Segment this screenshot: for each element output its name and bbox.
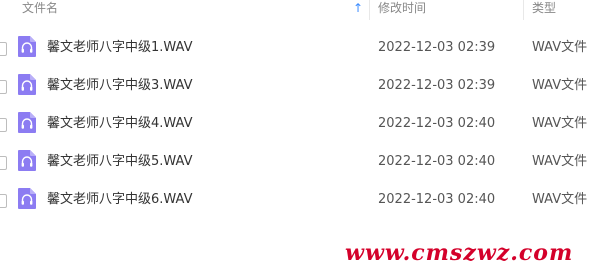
file-name[interactable]: 馨文老师八字中级6.WAV	[47, 191, 193, 208]
sort-ascending-icon[interactable]: ↑	[353, 0, 363, 16]
file-modified-time: 2022-12-03 02:40	[378, 154, 496, 169]
file-row[interactable]: 馨文老师八字中级1.WAV 2022-12-03 02:39 WAV文件	[0, 31, 595, 69]
column-divider[interactable]	[523, 0, 524, 20]
file-modified-time: 2022-12-03 02:40	[378, 192, 496, 207]
column-divider[interactable]	[369, 0, 370, 20]
row-checkbox[interactable]	[0, 194, 7, 208]
file-row[interactable]: 馨文老师八字中级5.WAV 2022-12-03 02:40 WAV文件	[0, 145, 595, 183]
file-row[interactable]: 馨文老师八字中级3.WAV 2022-12-03 02:39 WAV文件	[0, 69, 595, 107]
file-name[interactable]: 馨文老师八字中级4.WAV	[47, 115, 193, 132]
file-name[interactable]: 馨文老师八字中级3.WAV	[47, 77, 193, 94]
row-checkbox[interactable]	[0, 42, 7, 56]
file-modified-time: 2022-12-03 02:39	[378, 78, 496, 93]
row-checkbox[interactable]	[0, 156, 7, 170]
file-modified-time: 2022-12-03 02:40	[378, 116, 496, 131]
column-header-type[interactable]: 类型	[532, 0, 556, 16]
column-header-modified[interactable]: 修改时间	[378, 0, 426, 16]
audio-file-icon	[18, 150, 36, 171]
file-type: WAV文件	[532, 192, 588, 207]
file-type: WAV文件	[532, 78, 588, 93]
file-type: WAV文件	[532, 116, 588, 131]
audio-file-icon	[18, 188, 36, 209]
audio-file-icon	[18, 112, 36, 133]
file-type: WAV文件	[532, 40, 588, 55]
file-row[interactable]: 馨文老师八字中级4.WAV 2022-12-03 02:40 WAV文件	[0, 107, 595, 145]
file-name[interactable]: 馨文老师八字中级5.WAV	[47, 153, 193, 170]
row-checkbox[interactable]	[0, 118, 7, 132]
file-row[interactable]: 馨文老师八字中级6.WAV 2022-12-03 02:40 WAV文件	[0, 183, 595, 221]
row-checkbox[interactable]	[0, 80, 7, 94]
audio-file-icon	[18, 36, 36, 57]
file-type: WAV文件	[532, 154, 588, 169]
file-list-header: 文件名 ↑ 修改时间 类型	[0, 0, 595, 20]
file-modified-time: 2022-12-03 02:39	[378, 40, 496, 55]
file-name[interactable]: 馨文老师八字中级1.WAV	[47, 39, 193, 56]
column-header-name[interactable]: 文件名	[22, 0, 58, 16]
audio-file-icon	[18, 74, 36, 95]
watermark-text: www.cmszwz.com	[345, 240, 574, 266]
